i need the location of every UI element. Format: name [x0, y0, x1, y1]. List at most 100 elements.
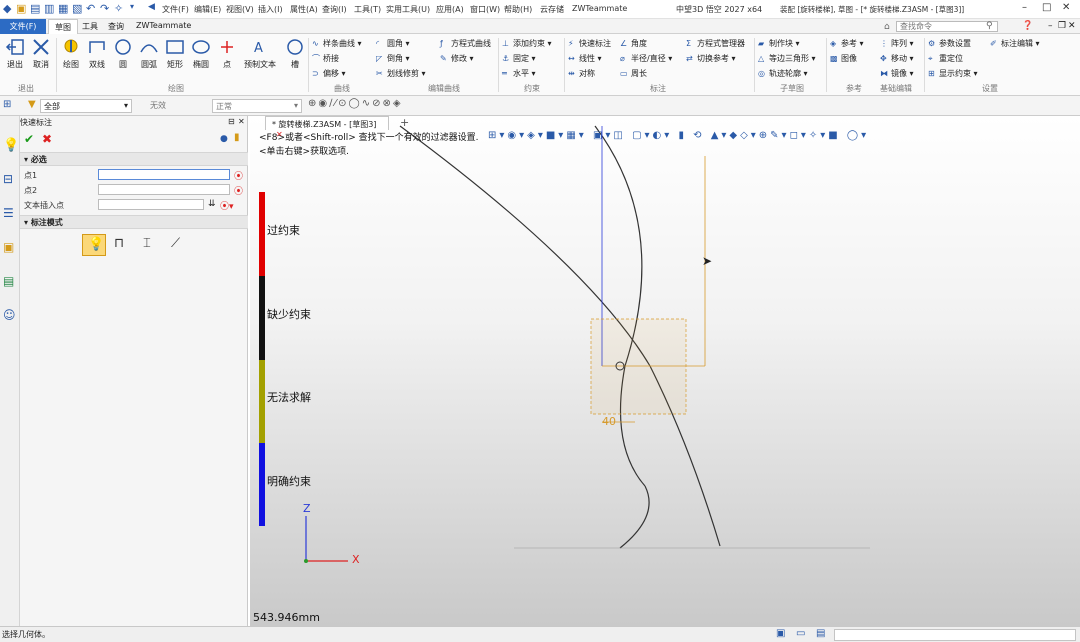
menu-edit[interactable]: 编辑(E): [194, 4, 221, 15]
fixed-button[interactable]: ⚓ 固定 ▾: [502, 53, 536, 64]
dim-edit-button[interactable]: ✐ 标注编辑 ▾: [990, 38, 1040, 49]
exit-button[interactable]: 退出: [2, 38, 28, 70]
ellipse-button[interactable]: 椭圆: [188, 38, 214, 70]
redo-icon[interactable]: ↷: [100, 2, 109, 15]
relocate-button[interactable]: ⌖ 重定位: [928, 53, 963, 64]
ok-icon[interactable]: ✔: [24, 132, 34, 146]
menu-window[interactable]: 窗口(W): [470, 4, 500, 15]
menu-query[interactable]: 查询(I): [322, 4, 347, 15]
maximize-icon[interactable]: □: [1042, 2, 1051, 13]
print-icon[interactable]: ▦: [58, 2, 68, 15]
track-contour-button[interactable]: ◎ 轨迹轮廓 ▾: [758, 68, 808, 79]
point2-pick-icon[interactable]: ⦿: [234, 184, 243, 197]
tab-query[interactable]: 查询: [102, 19, 130, 34]
status-input[interactable]: [834, 629, 1076, 641]
menu-utilities[interactable]: 实用工具(U): [386, 4, 430, 15]
cancel-button[interactable]: 取消: [28, 38, 54, 70]
filter-icon[interactable]: ⊞: [3, 99, 11, 110]
view-toolbar[interactable]: ⊞▾◉▾◈▾■▾▦▾ ▣▾◫ ▢▾◐▾ ▮ ⟲ ▲▾◆◇▾⊕✎▾◻▾✧▾■ ◯▾: [488, 130, 869, 141]
eq-manager-button[interactable]: Σ 方程式管理器: [686, 38, 745, 49]
menu-tools[interactable]: 工具(T): [354, 4, 381, 15]
switch-ref-button[interactable]: ⇄ 切换参考 ▾: [686, 53, 736, 64]
cancel-x-icon[interactable]: ✖: [42, 132, 52, 146]
menu-apps[interactable]: 应用(A): [436, 4, 464, 15]
tab-file[interactable]: 文件(F): [0, 19, 46, 34]
snap-toolbar[interactable]: ⊕◉∕⁄⊙◯∿⊘⊗◈: [308, 98, 403, 109]
point-button[interactable]: 点: [214, 38, 240, 70]
array-button[interactable]: ⋮ 阵列 ▾: [880, 38, 914, 49]
command-search-input[interactable]: [896, 21, 998, 32]
menu-view[interactable]: 视图(V): [226, 4, 254, 15]
menu-cloud[interactable]: 云存储: [540, 4, 564, 15]
symmetric-dim-button[interactable]: ⇹ 对称: [568, 68, 595, 79]
settings-icon[interactable]: ✧: [114, 2, 123, 15]
mode-select[interactable]: 正常 ▾: [212, 99, 302, 113]
slot-button[interactable]: 槽: [282, 38, 308, 70]
filter-select[interactable]: 全部 ▾: [40, 99, 132, 113]
point2-input[interactable]: [98, 184, 230, 195]
show-constraint-button[interactable]: ⊞ 显示约束 ▾: [928, 68, 978, 79]
panel-close-icon[interactable]: ✕: [238, 117, 245, 126]
perimeter-button[interactable]: ▭ 周长: [620, 68, 647, 79]
arc-button[interactable]: 圆弧: [136, 38, 162, 70]
minimize-icon[interactable]: –: [1022, 2, 1027, 13]
home-icon[interactable]: ⌂: [884, 22, 890, 32]
undo-icon[interactable]: ↶: [86, 2, 95, 15]
menu-insert[interactable]: 插入(I): [258, 4, 283, 15]
radius-dim-button[interactable]: ⌀ 半径/直径 ▾: [620, 53, 672, 64]
angle-dim-button[interactable]: ∠ 角度: [620, 38, 647, 49]
menu-file[interactable]: 文件(F): [162, 4, 189, 15]
status-view-icon-3[interactable]: ▤: [816, 628, 825, 639]
horizontal-button[interactable]: ═ 水平 ▾: [502, 68, 536, 79]
required-section-header[interactable]: ▾ 必选: [20, 152, 248, 166]
circle-button[interactable]: 圆: [110, 38, 136, 70]
menu-teammate[interactable]: ZWTeammate: [572, 4, 627, 13]
point1-pick-icon[interactable]: ⦿: [234, 169, 243, 182]
bulb-icon[interactable]: 💡: [3, 138, 19, 153]
rect-button[interactable]: 矩形: [162, 38, 188, 70]
chamfer-button[interactable]: ◸ 倒角 ▾: [376, 53, 410, 64]
mode-quick-button[interactable]: 💡: [82, 234, 106, 256]
move-button[interactable]: ✥ 移动 ▾: [880, 53, 914, 64]
info-icon[interactable]: ●: [220, 134, 228, 144]
window-icon[interactable]: ❐: [1058, 21, 1066, 31]
helix-curve-inner-tail[interactable]: [619, 485, 650, 549]
tree-icon[interactable]: ⊟: [3, 172, 13, 186]
dim-mode-section-header[interactable]: ▾ 标注模式: [20, 215, 248, 229]
layer-icon[interactable]: ☰: [3, 206, 14, 220]
mode-aligned-button[interactable]: ⟋: [166, 234, 190, 256]
mode-vertical-button[interactable]: ⌶: [138, 234, 162, 256]
menu-attribute[interactable]: 属性(A): [290, 4, 318, 15]
open-file-icon[interactable]: ▤: [30, 2, 40, 15]
offset-button[interactable]: ⊃ 偏移 ▾: [312, 68, 346, 79]
dimension-value[interactable]: 40: [602, 415, 616, 428]
text-insert-input[interactable]: [98, 199, 204, 210]
point1-input[interactable]: [98, 169, 230, 180]
equal-tri-button[interactable]: △ 等边三角形 ▾: [758, 53, 816, 64]
help-doc-icon[interactable]: ▮: [234, 132, 240, 143]
new-file-icon[interactable]: ▣: [16, 2, 26, 15]
add-constraint-button[interactable]: ⊥ 添加约束 ▾: [502, 38, 552, 49]
tab-sketch[interactable]: 草图: [48, 19, 78, 34]
param-settings-button[interactable]: ⚙ 参数设置: [928, 38, 971, 49]
text-insert-pick-icon[interactable]: ⦿▾: [220, 199, 234, 212]
properties-icon[interactable]: ▧: [72, 2, 82, 15]
mirror-button[interactable]: ⧓ 镜像 ▾: [880, 68, 914, 79]
view-icon[interactable]: ▤: [3, 274, 14, 288]
helix-curve-inner[interactable]: [594, 125, 646, 487]
status-view-icon-2[interactable]: ▭: [796, 628, 805, 639]
draw-button[interactable]: 绘图: [58, 38, 84, 70]
sketch-canvas[interactable]: [250, 116, 1080, 626]
dropdown-icon[interactable]: ▾: [130, 2, 134, 11]
panel-pin-icon[interactable]: ⊟: [228, 117, 235, 126]
predraw-text-button[interactable]: A 预制文本: [242, 38, 278, 70]
bridge-button[interactable]: ⌒ 桥接: [312, 53, 339, 64]
menu-help[interactable]: 帮助(H): [504, 4, 532, 15]
user-icon[interactable]: ☺: [3, 308, 16, 322]
make-block-button[interactable]: ▰ 制作块 ▾: [758, 38, 800, 49]
reference-button[interactable]: ◈ 参考 ▾: [830, 38, 864, 49]
close-doc-icon[interactable]: ✕: [1068, 21, 1076, 31]
status-view-icon-1[interactable]: ▣: [776, 628, 785, 639]
selection-box[interactable]: [590, 318, 687, 415]
eq-curve-button[interactable]: ƒ 方程式曲线: [440, 38, 491, 49]
